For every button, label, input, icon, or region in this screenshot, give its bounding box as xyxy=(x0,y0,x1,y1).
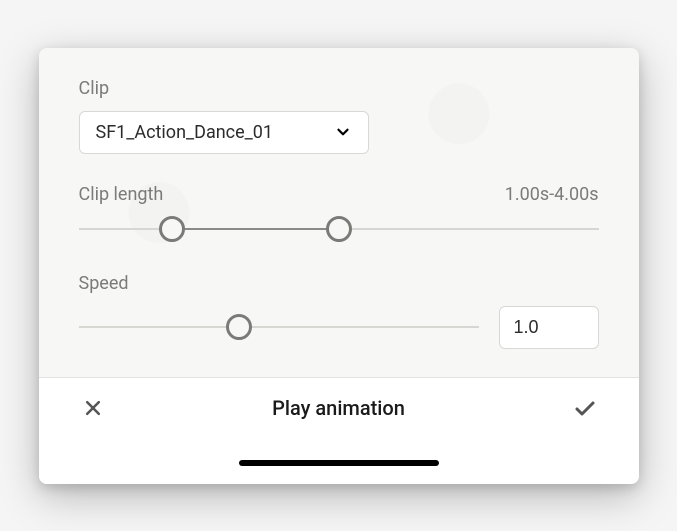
confirm-button[interactable] xyxy=(571,394,599,422)
speed-input[interactable] xyxy=(499,306,599,349)
clip-length-row: Clip length 1.00s-4.00s xyxy=(79,184,599,205)
clip-label: Clip xyxy=(79,78,599,99)
clip-length-thumb-max[interactable] xyxy=(326,216,352,242)
speed-row xyxy=(79,306,599,349)
panel-body: Clip SF1_Action_Dance_01 Clip length 1.0… xyxy=(39,48,639,377)
home-indicator[interactable] xyxy=(239,460,439,466)
speed-label: Speed xyxy=(79,273,599,294)
speed-slider[interactable] xyxy=(79,313,479,341)
footer-title: Play animation xyxy=(272,396,405,420)
home-indicator-area xyxy=(39,438,639,484)
speed-thumb[interactable] xyxy=(226,314,252,340)
slider-track-active xyxy=(172,228,338,230)
clip-dropdown[interactable]: SF1_Action_Dance_01 xyxy=(79,111,369,154)
close-button[interactable] xyxy=(79,394,107,422)
chevron-down-icon xyxy=(334,123,352,141)
panel-footer: Play animation xyxy=(39,377,639,438)
animation-panel: Clip SF1_Action_Dance_01 Clip length 1.0… xyxy=(39,48,639,484)
clip-length-range-text: 1.00s-4.00s xyxy=(505,184,599,205)
slider-track-line xyxy=(79,326,479,328)
clip-length-thumb-min[interactable] xyxy=(159,216,185,242)
clip-length-label: Clip length xyxy=(79,184,164,205)
clip-selected-value: SF1_Action_Dance_01 xyxy=(96,122,274,143)
clip-length-slider[interactable] xyxy=(79,215,599,243)
